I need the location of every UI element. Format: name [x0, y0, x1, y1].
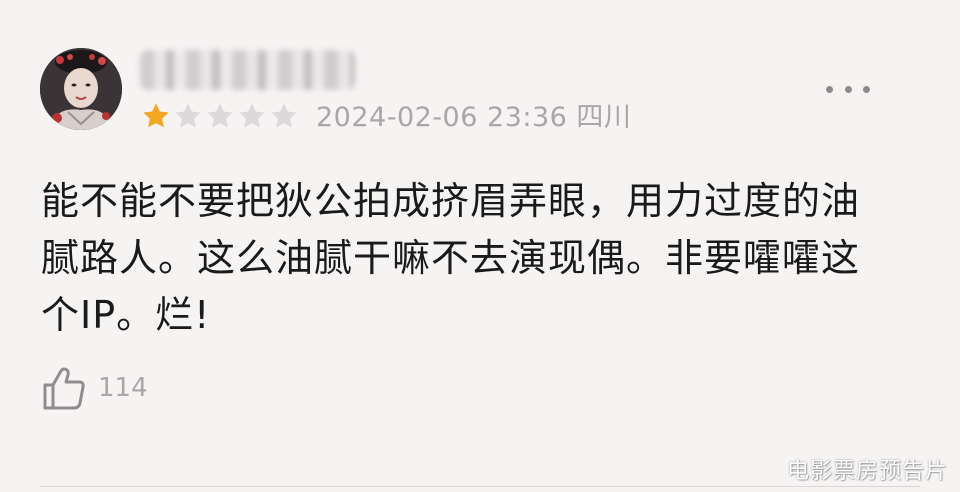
watermark: 电影票房预告片	[786, 459, 948, 484]
review-text-line: 腻路人。这么油腻干嘛不去演现偶。非要嚯嚯这	[41, 236, 861, 280]
star-empty-icon	[239, 103, 265, 128]
username-redacted	[140, 50, 355, 90]
thumbs-up-icon	[43, 367, 85, 410]
avatar[interactable]	[40, 48, 122, 130]
like-count: 114	[98, 373, 148, 403]
more-button[interactable]	[826, 78, 870, 100]
like-button[interactable]: 114	[40, 364, 148, 412]
review-text: 能不能不要把狄公拍成挤眉弄眼，用力过度的油 腻路人。这么油腻干嘛不去演现偶。非要…	[41, 173, 901, 344]
more-icon	[826, 85, 833, 93]
review-meta: 2024-02-06 23:36 四川	[316, 102, 632, 133]
star-filled-icon	[143, 103, 169, 128]
review-text-line: 能不能不要把狄公拍成挤眉弄眼，用力过度的油	[41, 179, 861, 223]
divider	[40, 486, 920, 487]
avatar-image	[40, 48, 122, 130]
review-text-line: 个IP。烂!	[41, 293, 211, 337]
rating-stars	[140, 99, 300, 133]
star-empty-icon	[175, 103, 201, 128]
star-empty-icon	[207, 103, 233, 128]
star-empty-icon	[271, 103, 297, 128]
